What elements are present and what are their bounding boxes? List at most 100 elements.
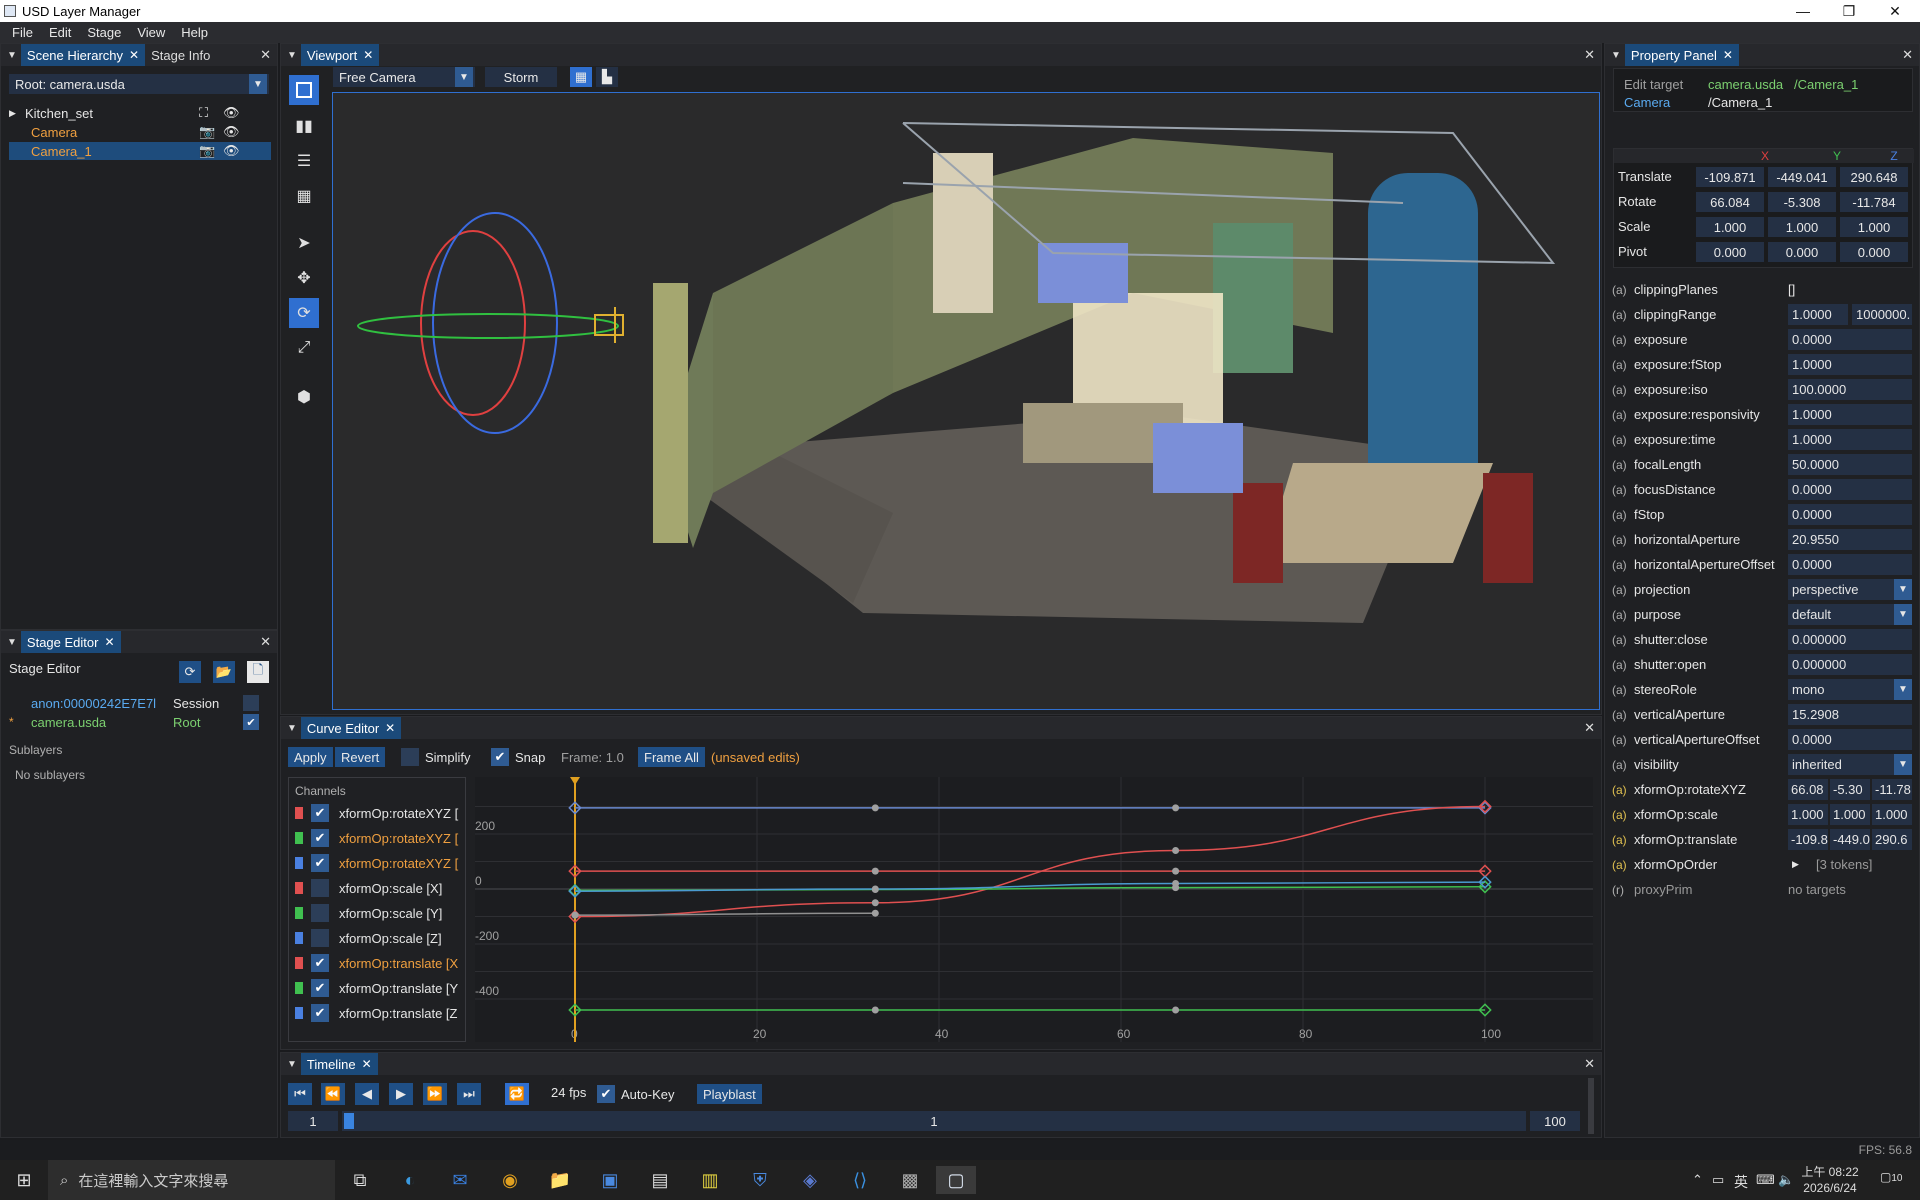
eye-icon[interactable]: 👁 xyxy=(223,105,240,121)
ime-indicator[interactable]: 英 xyxy=(1734,1172,1748,1192)
attr-value-field[interactable]: 0.0000 xyxy=(1788,479,1912,500)
channel-row[interactable]: ✔ xformOp:rotateXYZ [ xyxy=(295,854,465,872)
tab-curve-editor[interactable]: Curve Editor ✕ xyxy=(300,717,402,739)
chevron-down-icon[interactable]: ▼ xyxy=(1894,604,1912,625)
tree-item-camera-1[interactable]: Camera_1 📷 👁 xyxy=(9,142,271,160)
keyboard-icon[interactable]: ⌨ xyxy=(1756,1172,1775,1188)
close-panel-icon[interactable]: ✕ xyxy=(260,634,271,650)
step-back-icon[interactable]: ⏪ xyxy=(321,1083,345,1105)
close-window-icon[interactable]: ✕ xyxy=(1872,0,1918,22)
taskbar-search[interactable]: ⌕ 在這裡輸入文字來搜尋 xyxy=(48,1160,335,1200)
store-icon[interactable]: ▣ xyxy=(596,1166,624,1194)
attr-value-field[interactable]: 50.0000 xyxy=(1788,454,1912,475)
play-icon[interactable]: ▶ xyxy=(389,1083,413,1105)
snap-checkbox[interactable]: ✔ xyxy=(491,748,509,766)
attr-value-field[interactable]: -5.30 xyxy=(1830,779,1870,800)
tree-item-camera[interactable]: Camera 📷 👁 xyxy=(9,123,271,141)
edge-icon[interactable]: ◐ xyxy=(396,1166,424,1194)
frame-icon[interactable]: ⛶ xyxy=(199,105,208,121)
channel-checkbox[interactable]: ✔ xyxy=(311,804,329,822)
chrome-icon[interactable]: ◉ xyxy=(496,1166,524,1194)
layer-row-session[interactable]: anon:00000242E7E7l Session xyxy=(9,694,271,712)
split-vertical-button[interactable]: ▮▮ xyxy=(289,111,319,141)
panel-menu-icon[interactable]: ▼ xyxy=(287,50,297,61)
tab-property-panel[interactable]: Property Panel ✕ xyxy=(1624,44,1739,66)
panel-menu-icon[interactable]: ▼ xyxy=(7,50,17,61)
layer-checkbox[interactable]: ✔ xyxy=(243,714,259,730)
menu-view[interactable]: View xyxy=(129,25,173,40)
attr-value-field[interactable]: 0.0000 xyxy=(1788,504,1912,525)
attr-value-field[interactable]: 100.0000 xyxy=(1788,379,1912,400)
panel-menu-icon[interactable]: ▼ xyxy=(287,1059,297,1070)
chevron-down-icon[interactable]: ▼ xyxy=(1894,679,1912,700)
network-icon[interactable]: ▭ xyxy=(1712,1172,1724,1188)
xform-field-translate-y[interactable]: -449.041 xyxy=(1768,167,1836,187)
attr-value-field[interactable]: 0.0000 xyxy=(1788,729,1912,750)
attr-value-field[interactable]: 0.000000 xyxy=(1788,629,1912,650)
usd-layer-manager-taskbar-icon[interactable]: ▢ xyxy=(936,1166,976,1194)
eye-icon[interactable]: 👁 xyxy=(223,143,240,159)
tab-timeline[interactable]: Timeline ✕ xyxy=(300,1053,378,1075)
close-panel-icon[interactable]: ✕ xyxy=(1584,47,1595,63)
close-panel-icon[interactable]: ✕ xyxy=(260,47,271,63)
quad-view-button[interactable]: ▦ xyxy=(289,181,319,211)
attr-value-field[interactable]: 0.000000 xyxy=(1788,654,1912,675)
xform-field-pivot-x[interactable]: 0.000 xyxy=(1696,242,1764,262)
channel-row[interactable]: ✔ xformOp:rotateXYZ [ xyxy=(295,829,465,847)
curve-graph-svg[interactable]: 2000-200-400020406080100 xyxy=(475,777,1593,1042)
attr-value-field[interactable]: 0.0000 xyxy=(1788,554,1912,575)
chevron-down-icon[interactable]: ▼ xyxy=(1894,754,1912,775)
autokey-checkbox[interactable]: ✔ xyxy=(597,1085,615,1103)
go-end-icon[interactable]: ⏭ xyxy=(457,1083,481,1105)
move-tool-icon[interactable]: ✥ xyxy=(289,263,319,293)
channel-row[interactable]: ✔ xformOp:translate [X xyxy=(295,954,465,972)
channel-row[interactable]: xformOp:scale [X] xyxy=(295,879,465,897)
channel-row[interactable]: ✔ xformOp:rotateXYZ [ xyxy=(295,804,465,822)
expand-arrow-icon[interactable]: ▶ xyxy=(9,108,25,119)
menu-file[interactable]: File xyxy=(4,25,41,40)
minimize-icon[interactable]: — xyxy=(1780,0,1826,22)
renderer-button[interactable]: Storm xyxy=(485,67,557,87)
step-forward-icon[interactable]: ⏩ xyxy=(423,1083,447,1105)
close-tab-icon[interactable]: ✕ xyxy=(1723,48,1733,62)
menu-help[interactable]: Help xyxy=(173,25,216,40)
attr-value-field[interactable]: 1.000 xyxy=(1872,804,1912,825)
xform-field-translate-x[interactable]: -109.871 xyxy=(1696,167,1764,187)
panel-menu-icon[interactable]: ▼ xyxy=(1611,50,1621,61)
clock[interactable]: 上午 08:22 2026/6/24 xyxy=(1800,1164,1860,1196)
app-icon-generic-2[interactable]: ▩ xyxy=(896,1166,924,1194)
outlook-icon[interactable]: ✉ xyxy=(446,1166,474,1194)
channel-checkbox[interactable] xyxy=(311,929,329,947)
single-view-button[interactable] xyxy=(289,75,319,105)
close-tab-icon[interactable]: ✕ xyxy=(385,721,395,735)
restore-icon[interactable]: ❐ xyxy=(1826,0,1872,22)
close-tab-icon[interactable]: ✕ xyxy=(104,635,114,649)
notification-icon[interactable]: ▢10 xyxy=(1880,1170,1902,1184)
xform-field-rotate-z[interactable]: -11.784 xyxy=(1840,192,1908,212)
xform-field-scale-x[interactable]: 1.000 xyxy=(1696,217,1764,237)
menu-edit[interactable]: Edit xyxy=(41,25,79,40)
panel-menu-icon[interactable]: ▼ xyxy=(287,723,297,734)
notepad-icon[interactable]: ▥ xyxy=(696,1166,724,1194)
panel-menu-icon[interactable]: ▼ xyxy=(7,637,17,648)
close-panel-icon[interactable]: ✕ xyxy=(1584,720,1595,736)
channel-checkbox[interactable] xyxy=(311,904,329,922)
close-tab-icon[interactable]: ✕ xyxy=(363,48,373,62)
tray-up-icon[interactable]: ⌃ xyxy=(1692,1172,1703,1188)
revert-button[interactable]: Revert xyxy=(335,747,386,767)
scale-tool-icon[interactable]: ⤢ xyxy=(289,333,319,363)
viewport-canvas[interactable] xyxy=(332,92,1600,710)
chevron-down-icon[interactable]: ▼ xyxy=(1894,579,1912,600)
go-start-icon[interactable]: ⏮ xyxy=(288,1083,312,1105)
channel-checkbox[interactable]: ✔ xyxy=(311,829,329,847)
xform-field-pivot-z[interactable]: 0.000 xyxy=(1840,242,1908,262)
attr-value-field[interactable]: 1.000 xyxy=(1830,804,1870,825)
close-tab-icon[interactable]: ✕ xyxy=(362,1057,372,1071)
playblast-button[interactable]: Playblast xyxy=(697,1084,762,1104)
attr-value-field[interactable]: 1.000 xyxy=(1788,804,1828,825)
loop-icon[interactable]: 🔁 xyxy=(505,1083,529,1105)
attr-value-field[interactable]: -11.78 xyxy=(1872,779,1912,800)
xform-field-rotate-y[interactable]: -5.308 xyxy=(1768,192,1836,212)
channel-row[interactable]: xformOp:scale [Z] xyxy=(295,929,465,947)
play-reverse-icon[interactable]: ◀ xyxy=(355,1083,379,1105)
